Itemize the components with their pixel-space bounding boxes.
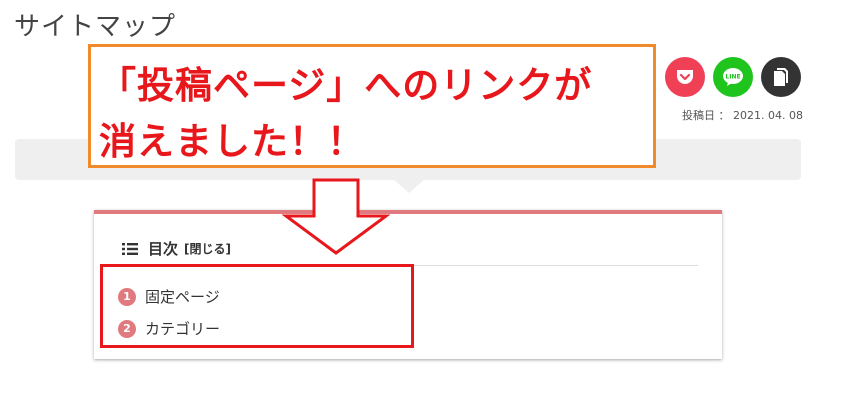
list-icon [122, 242, 138, 255]
post-date: 投稿日 ： 2021. 04. 08 [682, 109, 803, 122]
callout-line-1: 「投稿ページ」へのリンクが [99, 64, 593, 107]
line-share-button[interactable]: LINE [713, 57, 753, 97]
down-arrow-annotation [282, 178, 390, 255]
line-icon: LINE [723, 68, 743, 86]
post-header-notch [393, 179, 425, 193]
pocket-share-button[interactable] [665, 57, 705, 97]
pocket-icon [677, 70, 693, 84]
line-icon-text: LINE [725, 74, 740, 81]
toc-toggle-button[interactable]: [閉じる] [184, 240, 231, 257]
callout-line-2: 消えました！！ [99, 120, 365, 163]
toc-title: 目次 [148, 240, 179, 258]
page-title: サイトマップ [14, 12, 177, 42]
annotation-callout: 「投稿ページ」へのリンクが 消えました！！ [88, 44, 656, 168]
copy-link-button[interactable] [761, 57, 801, 97]
toc-header: 目次 [閉じる] [122, 238, 231, 259]
annotation-highlight-frame [100, 264, 414, 348]
copy-icon [774, 68, 788, 86]
